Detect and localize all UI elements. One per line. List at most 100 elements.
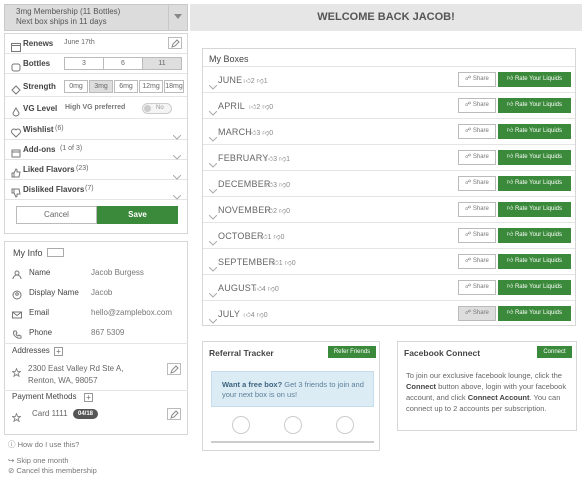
share-button[interactable]: ☍ Share	[458, 98, 496, 113]
strength-option-18mg[interactable]: 18mg	[164, 80, 184, 93]
bottles-option-11[interactable]: 11	[142, 57, 182, 70]
cancel-membership-link[interactable]: ⊘ Cancel this membership	[8, 466, 97, 475]
thumbs-down-count: 0	[280, 234, 285, 241]
star-icon	[11, 364, 22, 378]
addons-row[interactable]: Add-ons (1 of 3)	[5, 140, 187, 160]
info-row-name: Name Jacob Burgess	[4, 263, 186, 283]
box-month: NOVEMBER	[218, 205, 272, 215]
skip-icon: ↪	[8, 456, 15, 465]
rate-liquids-button[interactable]: 👍︎ Rate Your Liquids	[498, 98, 571, 113]
pencil-icon	[171, 39, 180, 48]
info-row-email: Email hello@zamplebox.com	[4, 303, 186, 323]
renews-value: June 17th	[64, 39, 95, 46]
thumbs-up-icon: 👍︎	[507, 180, 514, 186]
strength-option-6mg[interactable]: 6mg	[114, 80, 138, 93]
box-ratings: 👍︎1 👎︎0	[260, 232, 284, 241]
box-row[interactable]: MARCH 👍︎3 👎︎0 ☍ Share 👍︎ Rate Your Liquids	[203, 118, 575, 144]
share-label: Share	[472, 284, 489, 290]
thumbs-up-icon: 👍︎	[507, 232, 514, 238]
box-row[interactable]: NOVEMBER 👍︎2 👎︎0 ☍ Share 👍︎ Rate Your Liqui…	[203, 196, 575, 222]
share-label: Share	[472, 258, 489, 264]
box-ratings: 👍︎3 👎︎1	[266, 154, 290, 163]
box-row[interactable]: DECEMBER 👍︎3 👎︎0 ☍ Share 👍︎ Rate Your Liqui…	[203, 170, 575, 196]
rate-liquids-button[interactable]: 👍︎ Rate Your Liquids	[498, 150, 571, 165]
share-icon: ☍	[465, 232, 472, 238]
edit-info-icon[interactable]	[47, 248, 64, 257]
disliked-flavors-row[interactable]: Disliked Flavors (7)	[5, 180, 187, 200]
edit-renew-button[interactable]	[168, 37, 182, 49]
save-button[interactable]: Save	[97, 206, 178, 224]
box-row[interactable]: JULY 👍︎4 👎︎0 ☍ Share 👍︎ Rate Your Liquids	[203, 300, 575, 326]
rate-label: Rate Your Liquids	[514, 310, 562, 316]
share-button[interactable]: ☍ Share	[458, 280, 496, 295]
share-button[interactable]: ☍ Share	[458, 72, 496, 87]
box-ratings: 👍︎2 👎︎1	[243, 76, 267, 85]
rate-liquids-button[interactable]: 👍︎ Rate Your Liquids	[498, 124, 571, 139]
add-payment-button[interactable]: +	[84, 393, 93, 402]
box-ratings: 👍︎4 👎︎0	[255, 284, 279, 293]
facebook-bold-1: Connect	[406, 382, 436, 391]
refer-friends-button[interactable]: Refer Friends	[328, 346, 376, 358]
skip-month-link[interactable]: ↪ Skip one month	[8, 456, 69, 465]
add-address-button[interactable]: +	[54, 347, 63, 356]
edit-address-button[interactable]	[167, 363, 181, 375]
box-row[interactable]: APRIL 👍︎2 👎︎0 ☍ Share 👍︎ Rate Your Liquids	[203, 92, 575, 118]
box-month: OCTOBER	[218, 231, 264, 241]
rate-liquids-button[interactable]: 👍︎ Rate Your Liquids	[498, 254, 571, 269]
help-link[interactable]: ⓘ How do I use this?	[8, 439, 79, 450]
person-icon	[12, 267, 22, 280]
bottles-option-3[interactable]: 3	[64, 57, 104, 70]
rate-liquids-button[interactable]: 👍︎ Rate Your Liquids	[498, 228, 571, 243]
box-row[interactable]: FEBRUARY 👍︎3 👎︎1 ☍ Share 👍︎ Rate Your Liqui…	[203, 144, 575, 170]
liked-flavors-row[interactable]: Liked Flavors (23)	[5, 160, 187, 180]
bottles-option-6[interactable]: 6	[103, 57, 143, 70]
skip-link-text: Skip one month	[16, 456, 69, 465]
share-button[interactable]: ☍ Share	[458, 306, 496, 321]
facebook-connect-panel: Facebook Connect Connect To join our exc…	[397, 341, 577, 431]
share-button[interactable]: ☍ Share	[458, 228, 496, 243]
thumbs-up-count: 3	[273, 182, 278, 189]
thumbs-up-icon: 👍︎	[254, 286, 262, 293]
chevron-down-icon[interactable]	[168, 5, 187, 30]
wishlist-row[interactable]: Wishlist (6)	[5, 120, 187, 140]
share-icon: ☍	[465, 284, 472, 290]
rate-label: Rate Your Liquids	[514, 154, 562, 160]
rate-liquids-button[interactable]: 👍︎ Rate Your Liquids	[498, 176, 571, 191]
rate-liquids-button[interactable]: 👍︎ Rate Your Liquids	[498, 72, 571, 87]
strength-option-12mg[interactable]: 12mg	[139, 80, 163, 93]
rate-liquids-button[interactable]: 👍︎ Rate Your Liquids	[498, 202, 571, 217]
strength-option-3mg[interactable]: 3mg	[89, 80, 113, 93]
share-icon: ☍	[465, 310, 472, 316]
divider	[4, 343, 188, 344]
edit-card-button[interactable]	[167, 408, 181, 420]
share-button[interactable]: ☍ Share	[458, 176, 496, 191]
chevron-down-icon[interactable]	[208, 311, 218, 329]
share-button[interactable]: ☍ Share	[458, 124, 496, 139]
referral-slot-icon	[336, 416, 354, 434]
cancel-button[interactable]: Cancel	[16, 206, 97, 224]
help-link-text: How do I use this?	[17, 440, 80, 449]
divider	[4, 390, 188, 391]
rate-liquids-button[interactable]: 👍︎ Rate Your Liquids	[498, 306, 571, 321]
membership-selector[interactable]: 3mg Membership (11 Bottles) Next box shi…	[4, 4, 188, 31]
connect-button[interactable]: Connect	[537, 346, 572, 358]
box-row[interactable]: OCTOBER 👍︎1 👎︎0 ☍ Share 👍︎ Rate Your Liquid…	[203, 222, 575, 248]
share-button[interactable]: ☍ Share	[458, 254, 496, 269]
share-button[interactable]: ☍ Share	[458, 202, 496, 217]
vg-toggle[interactable]: No	[142, 103, 172, 114]
thumbs-up-icon: 👍︎	[507, 128, 514, 134]
rate-label: Rate Your Liquids	[514, 180, 562, 186]
box-row[interactable]: SEPTEMBER 👍︎1 👎︎0 ☍ Share 👍︎ Rate Your Liqu…	[203, 248, 575, 274]
box-row[interactable]: JUNE 👍︎2 👎︎1 ☍ Share 👍︎ Rate Your Liquids	[203, 66, 575, 92]
addons-count: (1 of 3)	[60, 145, 83, 152]
strength-row: Strength 0mg 3mg 6mg 12mg 18mg	[5, 77, 187, 97]
toggle-label: No	[156, 105, 164, 111]
share-button[interactable]: ☍ Share	[458, 150, 496, 165]
box-row[interactable]: AUGUST 👍︎4 👎︎0 ☍ Share 👍︎ Rate Your Liquids	[203, 274, 575, 300]
info-value: Jacob Burgess	[91, 268, 144, 277]
referral-progress-bar	[211, 441, 374, 443]
share-label: Share	[472, 102, 489, 108]
thumbs-up-count: 4	[261, 286, 266, 293]
strength-option-0mg[interactable]: 0mg	[64, 80, 88, 93]
rate-liquids-button[interactable]: 👍︎ Rate Your Liquids	[498, 280, 571, 295]
